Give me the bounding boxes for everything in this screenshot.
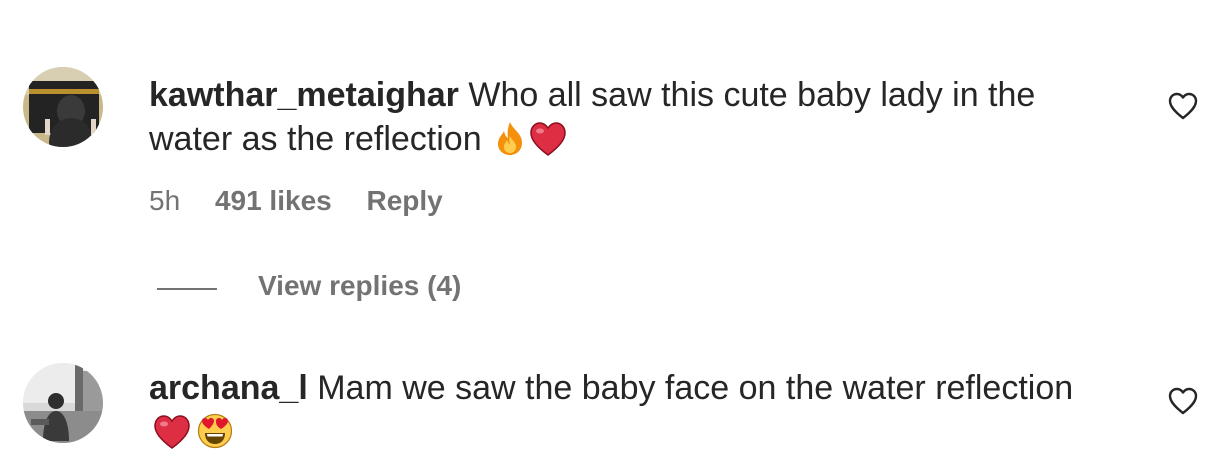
like-comment-button[interactable]: [1168, 92, 1198, 120]
comment-meta: 5h 491 likes Reply: [149, 185, 470, 217]
heart-outline-icon: [1168, 92, 1198, 120]
fire-emoji: [493, 120, 527, 167]
reply-button[interactable]: Reply: [367, 185, 443, 216]
comment-username[interactable]: archana_l: [149, 369, 308, 407]
heart-eyes-emoji: [197, 413, 233, 460]
divider-line: [157, 288, 217, 290]
comment-timestamp: 5h: [149, 185, 181, 216]
heart-outline-icon: [1168, 387, 1198, 415]
red-heart-emoji: [529, 122, 567, 167]
comment-body: kawthar_metaighar Who all saw this cute …: [149, 73, 1109, 167]
comment-body: archana_l Mam we saw the baby face on th…: [149, 366, 1109, 460]
comment-username[interactable]: kawthar_metaighar: [149, 76, 459, 114]
comments-list: kawthar_metaighar Who all saw this cute …: [0, 0, 1226, 473]
comment-text: Mam we saw the baby face on the water re…: [317, 369, 1074, 407]
red-heart-emoji: [153, 415, 191, 460]
like-comment-button[interactable]: [1168, 387, 1198, 415]
view-replies-button[interactable]: View replies (4): [258, 270, 461, 302]
avatar[interactable]: [23, 363, 103, 443]
comment-likes[interactable]: 491 likes: [215, 185, 332, 216]
avatar[interactable]: [23, 67, 103, 147]
